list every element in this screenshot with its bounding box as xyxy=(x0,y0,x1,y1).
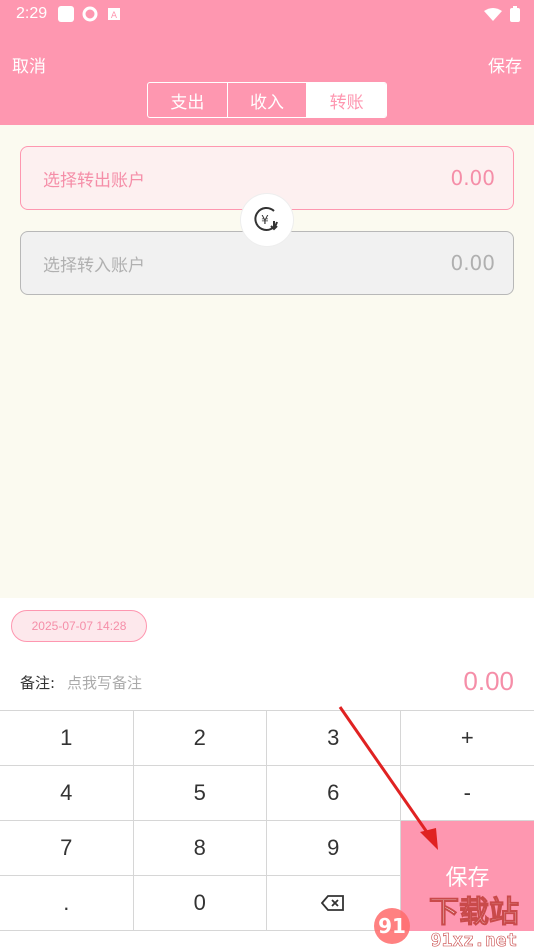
annotation-arrow xyxy=(338,706,438,850)
svg-text:91: 91 xyxy=(378,914,406,938)
svg-text:下载站: 下载站 xyxy=(429,895,519,930)
svg-text:91xz.net: 91xz.net xyxy=(431,930,518,950)
watermark-logo: 91 下载站 91xz.net xyxy=(368,886,534,950)
